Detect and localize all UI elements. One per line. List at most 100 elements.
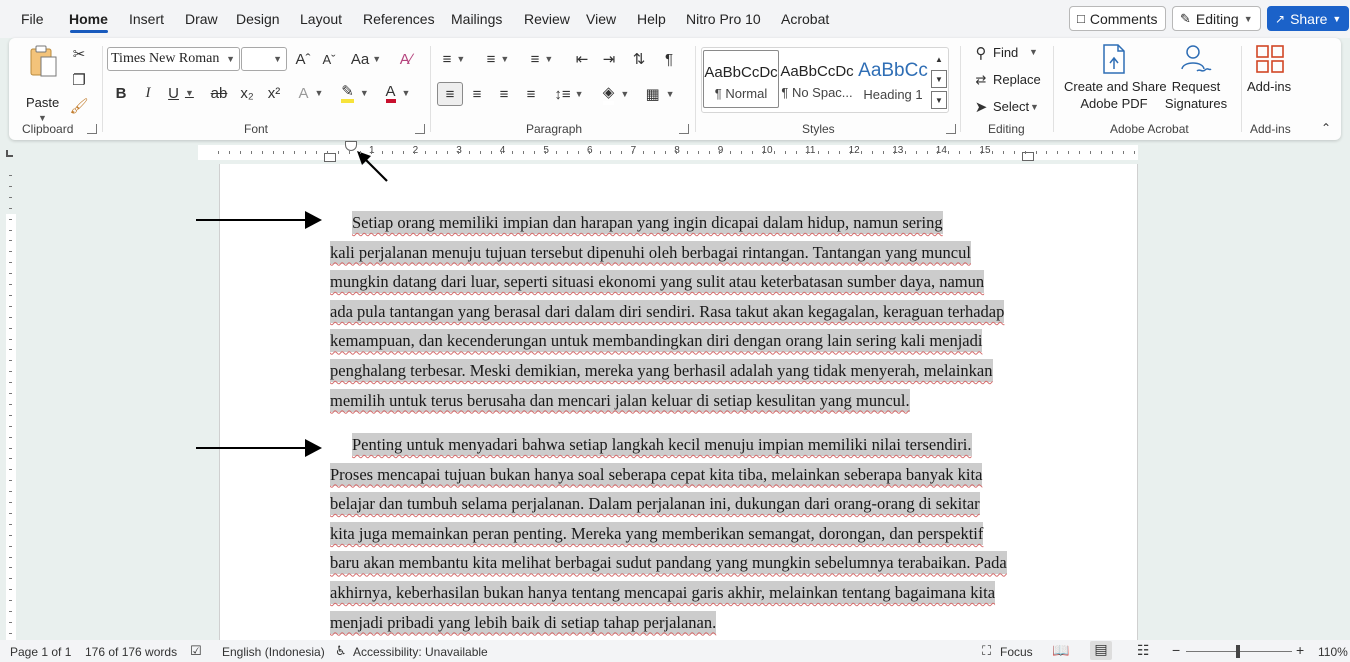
menu-draw[interactable]: Draw [185,11,218,27]
replace-icon[interactable]: ⇄ [972,71,990,89]
accessibility-status[interactable]: Accessibility: Unavailable [353,645,488,659]
subscript-icon[interactable]: x₂ [236,82,258,104]
selected-text[interactable]: akhirnya, keberhasilan bukan hanya tenta… [330,580,996,604]
copy-icon[interactable]: ❐ [69,70,89,90]
font-size-combo[interactable]: ▼ [241,47,287,71]
paste-icon[interactable] [27,44,59,78]
create-pdf-label-1[interactable]: Create and Share [1064,78,1167,95]
chevron-down-icon[interactable]: ▼ [226,54,235,64]
styles-more-icon[interactable]: ▼ [931,91,947,109]
styles-scroll-down-icon[interactable]: ▼ [931,70,947,88]
text-line[interactable]: Penting untuk menyadari bahwa setiap lan… [330,430,1030,460]
selected-text[interactable]: kita juga memainkan peran penting. Merek… [330,521,984,545]
comments-button[interactable]: □ Comments [1069,6,1166,31]
text-effects-icon[interactable]: A ▼ [294,82,328,104]
add-ins-icon[interactable] [1254,43,1286,75]
selected-text[interactable]: memilih untuk terus berusaha dan mencari… [330,388,910,412]
selected-text[interactable]: kemampuan, dan kecenderungan untuk memba… [330,329,983,353]
clear-formatting-icon[interactable]: A∕ [395,48,417,70]
menu-mailings[interactable]: Mailings [451,11,502,27]
shrink-font-icon[interactable]: Aˇ [318,48,340,70]
selected-text[interactable]: baru akan membantu kita melihat berbagai… [330,551,1007,575]
align-center-icon[interactable]: ≡ [466,82,488,106]
menu-home[interactable]: Home [69,11,108,27]
paragraph-2[interactable]: Penting untuk menyadari bahwa setiap lan… [330,430,1030,637]
accessibility-icon[interactable]: ♿ [335,643,347,659]
menu-acrobat[interactable]: Acrobat [781,11,829,27]
text-line[interactable]: Setiap orang memiliki impian dan harapan… [330,208,1030,238]
text-line[interactable]: penghalang terbesar. Meski demikian, mer… [330,356,1030,386]
text-line[interactable]: mungkin datang dari luar, seperti situas… [330,267,1030,297]
text-line[interactable]: kita juga memainkan peran penting. Merek… [330,519,1030,549]
read-mode-icon[interactable]: 📖 [1052,642,1069,659]
proofing-icon[interactable]: ☑ [190,643,202,659]
menu-references[interactable]: References [363,11,435,27]
clipboard-launcher-icon[interactable] [87,124,97,134]
justify-icon[interactable]: ≡ [520,82,542,106]
web-layout-icon[interactable]: ☷ [1137,642,1150,659]
selected-text[interactable]: Proses mencapai tujuan bukan hanya soal … [330,462,983,486]
multilevel-list-icon[interactable]: ≡ ▼ [525,48,559,70]
request-signatures-label-1[interactable]: Request [1156,78,1236,95]
bold-icon[interactable]: B [110,82,132,104]
share-button[interactable]: ↗ Share ▼ [1267,6,1350,31]
format-painter-icon[interactable]: 🖌 [69,96,89,116]
selected-text[interactable]: mungkin datang dari luar, seperti situas… [330,270,985,294]
selected-text[interactable]: kali perjalanan menuju tujuan tersebut d… [330,240,971,264]
style-heading-1[interactable]: AaBbCc Heading 1 [855,50,931,108]
styles-launcher-icon[interactable] [946,124,956,134]
paragraph-launcher-icon[interactable] [679,124,689,134]
document-page[interactable]: Setiap orang memiliki impian dan harapan… [219,164,1138,640]
underline-icon[interactable]: U ▼ [164,82,198,104]
borders-icon[interactable]: ▦ ▼ [642,82,678,106]
change-case-icon[interactable]: Aa ▼ [349,48,383,70]
focus-icon[interactable]: ⛶ [982,643,991,659]
font-color-icon[interactable]: A ▼ [380,82,416,104]
decrease-indent-icon[interactable]: ⇤ [571,48,593,70]
text-line[interactable]: baru akan membantu kita melihat berbagai… [330,548,1030,578]
chevron-down-icon[interactable]: ▼ [273,54,282,64]
find-icon[interactable]: ⚲ [972,44,990,62]
bullets-icon[interactable]: ≡ ▼ [437,48,471,70]
select-label[interactable]: Select [993,98,1029,115]
selected-text[interactable]: Setiap orang memiliki impian dan harapan… [352,211,943,234]
menu-insert[interactable]: Insert [129,11,164,27]
add-ins-label[interactable]: Add-ins [1247,78,1291,95]
chevron-down-icon[interactable]: ▼ [1029,44,1038,61]
style-normal[interactable]: AaBbCcDc ¶ Normal [703,50,779,108]
zoom-level[interactable]: 110% [1318,645,1348,659]
print-layout-icon[interactable]: ▤ [1090,641,1112,660]
menu-help[interactable]: Help [637,11,666,27]
style-no-spacing[interactable]: AaBbCcDc ¶ No Spac... [779,50,855,108]
increase-indent-icon[interactable]: ⇥ [598,48,620,70]
show-formatting-icon[interactable]: ¶ [658,48,680,70]
menu-review[interactable]: Review [524,11,570,27]
selected-text[interactable]: belajar dan tumbuh selama perjalanan. Da… [330,492,980,516]
find-label[interactable]: Find [993,44,1018,61]
word-count[interactable]: 176 of 176 words [85,645,177,659]
menu-nitro[interactable]: Nitro Pro 10 [686,11,761,27]
page-count[interactable]: Page 1 of 1 [10,645,71,659]
strikethrough-icon[interactable]: ab [208,82,230,104]
collapse-ribbon-icon[interactable]: ⌃ [1318,120,1334,136]
language-indicator[interactable]: English (Indonesia) [222,645,325,659]
font-name-combo[interactable]: Times New Roman ▼ [107,47,240,71]
superscript-icon[interactable]: x² [263,82,285,104]
align-right-icon[interactable]: ≡ [493,82,515,106]
text-line[interactable]: menjadi pribadi yang lebih baik di setia… [330,608,1030,638]
numbering-icon[interactable]: ≡ ▼ [481,48,515,70]
text-line[interactable]: kali perjalanan menuju tujuan tersebut d… [330,238,1030,268]
selected-text[interactable]: ada pula tantangan yang berasal dari dal… [330,299,1005,323]
text-line[interactable]: Proses mencapai tujuan bukan hanya soal … [330,460,1030,490]
create-pdf-label-2[interactable]: Adobe PDF [1064,95,1164,112]
selected-text[interactable]: menjadi pribadi yang lebih baik di setia… [330,610,717,634]
select-cursor-icon[interactable]: ➤ [972,98,990,116]
zoom-out-icon[interactable]: − [1172,642,1180,658]
tab-selector-icon[interactable] [6,150,13,157]
align-left-icon[interactable]: ≡ [437,82,463,106]
menu-file[interactable]: File [21,11,44,27]
focus-label[interactable]: Focus [1000,645,1033,659]
chevron-down-icon[interactable]: ▼ [1030,99,1039,116]
selected-text[interactable]: penghalang terbesar. Meski demikian, mer… [330,358,993,382]
menu-design[interactable]: Design [236,11,280,27]
